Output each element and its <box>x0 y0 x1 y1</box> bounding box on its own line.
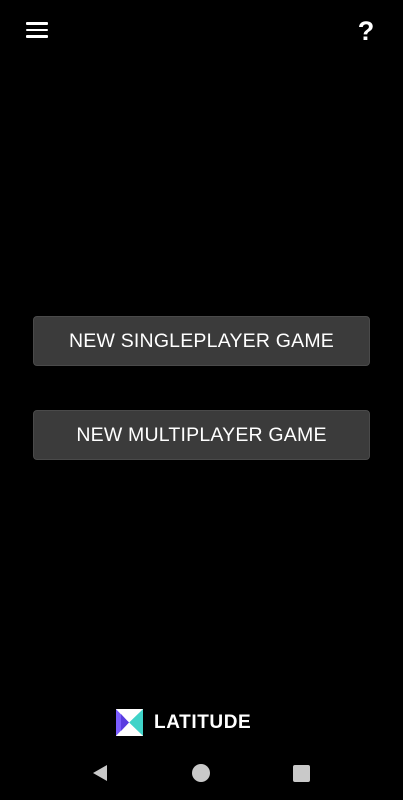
recents-icon[interactable] <box>293 765 310 782</box>
help-button[interactable]: ? <box>350 14 382 48</box>
top-bar: ? <box>0 0 403 60</box>
system-navigation-bar <box>0 745 403 800</box>
back-icon[interactable] <box>90 763 110 783</box>
brand: LATITUDE <box>116 709 288 737</box>
new-singleplayer-game-button[interactable]: NEW SINGLEPLAYER GAME <box>33 316 370 366</box>
latitude-logo <box>116 709 143 736</box>
brand-name: LATITUDE <box>154 712 252 733</box>
menu-button[interactable] <box>22 17 52 43</box>
home-icon[interactable] <box>192 764 210 782</box>
app-screen: ? NEW SINGLEPLAYER GAME NEW MULTIPLAYER … <box>0 0 403 800</box>
hamburger-menu-icon <box>26 22 48 38</box>
new-multiplayer-game-button[interactable]: NEW MULTIPLAYER GAME <box>33 410 370 460</box>
